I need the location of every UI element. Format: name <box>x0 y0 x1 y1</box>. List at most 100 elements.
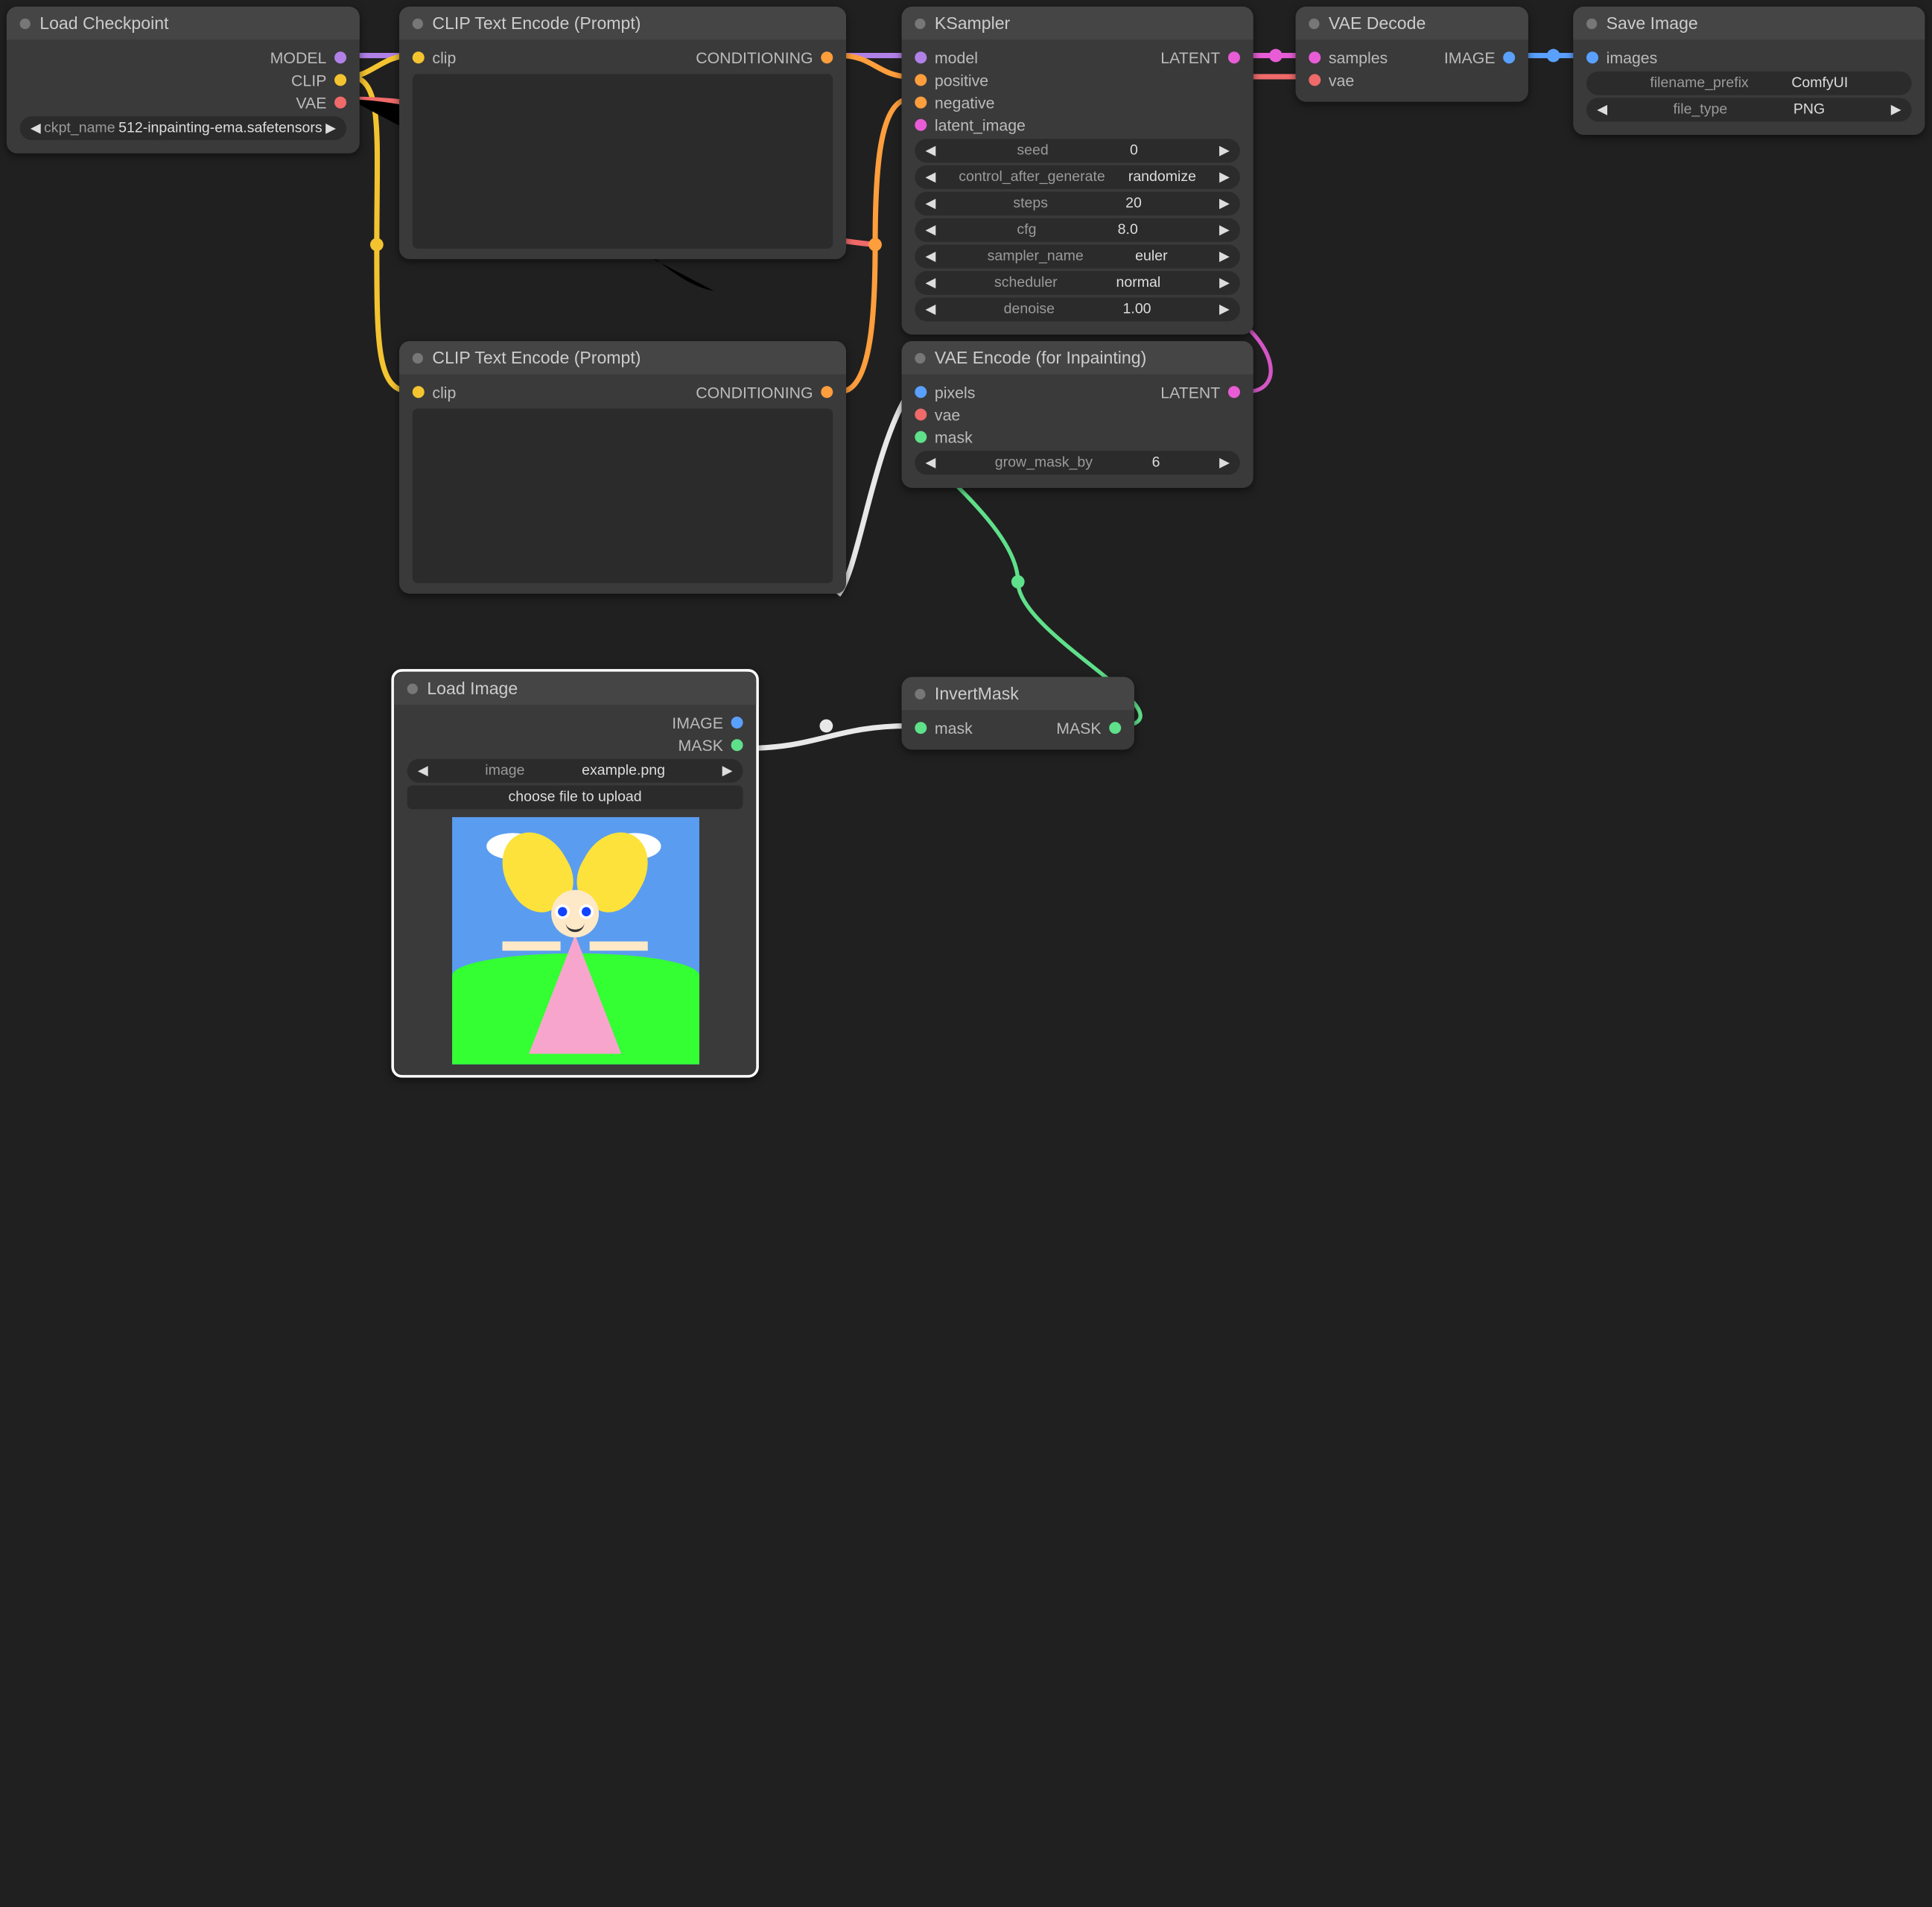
node-title: Load Image <box>427 679 518 699</box>
node-ksampler[interactable]: KSampler model LATENT positive negative … <box>902 7 1253 334</box>
port-icon[interactable] <box>1109 722 1121 734</box>
node-header[interactable]: VAE Decode <box>1296 7 1528 39</box>
output-mask[interactable]: MASK <box>1056 719 1121 737</box>
port-icon[interactable] <box>821 51 833 63</box>
collapse-dot-icon[interactable] <box>1586 18 1597 28</box>
port-icon[interactable] <box>1586 51 1598 63</box>
node-vae-decode[interactable]: VAE Decode samples IMAGE vae <box>1296 7 1528 102</box>
port-icon[interactable] <box>334 97 346 109</box>
output-clip[interactable]: CLIP <box>291 71 346 89</box>
input-negative[interactable]: negative <box>915 93 994 112</box>
reroute-dot[interactable] <box>820 720 833 733</box>
output-vae[interactable]: VAE <box>296 93 346 112</box>
output-conditioning[interactable]: CONDITIONING <box>696 48 833 67</box>
upload-button[interactable]: choose file to upload <box>407 785 743 809</box>
node-header[interactable]: VAE Encode (for Inpainting) <box>902 341 1253 374</box>
input-positive[interactable]: positive <box>915 71 988 89</box>
node-header[interactable]: Load Checkpoint <box>7 7 360 39</box>
node-header[interactable]: CLIP Text Encode (Prompt) <box>399 341 846 374</box>
output-mask[interactable]: MASK <box>679 736 743 755</box>
output-model[interactable]: MODEL <box>270 48 346 67</box>
port-icon[interactable] <box>413 51 425 63</box>
input-clip[interactable]: clip <box>413 48 457 67</box>
widget-cfg[interactable]: ◀cfg8.0▶ <box>915 218 1240 242</box>
prompt-textarea[interactable] <box>413 408 833 583</box>
node-invert-mask[interactable]: InvertMask mask MASK <box>902 677 1134 750</box>
port-icon[interactable] <box>334 74 346 86</box>
node-vae-encode-inpainting[interactable]: VAE Encode (for Inpainting) pixels LATEN… <box>902 341 1253 488</box>
widget-sampler-name[interactable]: ◀sampler_nameeuler▶ <box>915 244 1240 268</box>
node-clip-text-encode-positive[interactable]: CLIP Text Encode (Prompt) clip CONDITION… <box>399 7 846 259</box>
node-save-image[interactable]: Save Image images ◀filename_prefixComfyU… <box>1573 7 1925 135</box>
reroute-dot[interactable] <box>1547 49 1560 63</box>
port-icon[interactable] <box>1228 51 1240 63</box>
widget-denoise[interactable]: ◀denoise1.00▶ <box>915 297 1240 321</box>
arrow-right-icon[interactable]: ▶ <box>325 121 336 136</box>
port-icon[interactable] <box>731 739 743 751</box>
reroute-dot[interactable] <box>868 238 882 252</box>
reroute-dot[interactable] <box>1011 575 1025 588</box>
input-latent-image[interactable]: latent_image <box>915 115 1026 134</box>
input-model[interactable]: model <box>915 48 978 67</box>
port-icon[interactable] <box>1309 51 1321 63</box>
node-header[interactable]: InvertMask <box>902 677 1134 710</box>
node-header[interactable]: CLIP Text Encode (Prompt) <box>399 7 846 39</box>
output-latent[interactable]: LATENT <box>1160 48 1240 67</box>
prompt-textarea[interactable] <box>413 74 833 248</box>
port-icon[interactable] <box>915 722 927 734</box>
input-vae[interactable]: vae <box>1309 71 1354 89</box>
arrow-left-icon[interactable]: ◀ <box>31 121 41 136</box>
widget-image[interactable]: ◀imageexample.png▶ <box>407 759 743 783</box>
node-clip-text-encode-negative[interactable]: CLIP Text Encode (Prompt) clip CONDITION… <box>399 341 846 594</box>
node-header[interactable]: KSampler <box>902 7 1253 39</box>
output-image[interactable]: IMAGE <box>1444 48 1515 67</box>
widget-file-type[interactable]: ◀file_typePNG▶ <box>1586 98 1912 121</box>
collapse-dot-icon[interactable] <box>20 18 31 28</box>
widget-seed[interactable]: ◀seed0▶ <box>915 139 1240 162</box>
collapse-dot-icon[interactable] <box>407 683 418 694</box>
port-icon[interactable] <box>1503 51 1515 63</box>
output-conditioning[interactable]: CONDITIONING <box>696 383 833 402</box>
widget-scheduler[interactable]: ◀schedulernormal▶ <box>915 271 1240 295</box>
reroute-dot[interactable] <box>1269 49 1283 63</box>
input-images[interactable]: images <box>1586 48 1657 67</box>
output-image[interactable]: IMAGE <box>672 714 743 732</box>
node-header[interactable]: Save Image <box>1573 7 1925 39</box>
input-pixels[interactable]: pixels <box>915 383 975 402</box>
widget-control-after-generate[interactable]: ◀control_after_generaterandomize▶ <box>915 165 1240 189</box>
collapse-dot-icon[interactable] <box>413 18 423 28</box>
port-icon[interactable] <box>1309 74 1321 86</box>
input-clip[interactable]: clip <box>413 383 457 402</box>
port-icon[interactable] <box>821 386 833 398</box>
collapse-dot-icon[interactable] <box>915 688 925 699</box>
port-icon[interactable] <box>915 74 927 86</box>
input-mask[interactable]: mask <box>915 428 973 446</box>
output-latent[interactable]: LATENT <box>1160 383 1240 402</box>
collapse-dot-icon[interactable] <box>915 352 925 363</box>
port-icon[interactable] <box>731 717 743 729</box>
port-icon[interactable] <box>334 51 346 63</box>
collapse-dot-icon[interactable] <box>413 352 423 363</box>
port-icon[interactable] <box>915 97 927 109</box>
widget-filename-prefix[interactable]: ◀filename_prefixComfyUI▶ <box>1586 72 1912 95</box>
input-samples[interactable]: samples <box>1309 48 1388 67</box>
input-mask[interactable]: mask <box>915 719 973 737</box>
port-icon[interactable] <box>915 51 927 63</box>
node-load-checkpoint[interactable]: Load Checkpoint MODEL CLIP VAE ◀ ckpt_na… <box>7 7 360 153</box>
collapse-dot-icon[interactable] <box>915 18 925 28</box>
widget-grow-mask-by[interactable]: ◀grow_mask_by6▶ <box>915 451 1240 475</box>
port-icon[interactable] <box>1228 386 1240 398</box>
collapse-dot-icon[interactable] <box>1309 18 1319 28</box>
port-icon[interactable] <box>915 119 927 131</box>
widget-steps[interactable]: ◀steps20▶ <box>915 191 1240 215</box>
port-icon[interactable] <box>915 431 927 443</box>
reroute-dot[interactable] <box>370 238 384 252</box>
node-load-image[interactable]: Load Image IMAGE MASK ◀imageexample.png▶… <box>391 669 758 1077</box>
node-title: CLIP Text Encode (Prompt) <box>432 13 641 34</box>
input-vae[interactable]: vae <box>915 405 960 424</box>
port-icon[interactable] <box>915 386 927 398</box>
node-header[interactable]: Load Image <box>394 672 756 705</box>
port-icon[interactable] <box>915 408 927 420</box>
port-icon[interactable] <box>413 386 425 398</box>
widget-ckpt-name[interactable]: ◀ ckpt_name 512-inpainting-ema.safetenso… <box>20 116 346 140</box>
